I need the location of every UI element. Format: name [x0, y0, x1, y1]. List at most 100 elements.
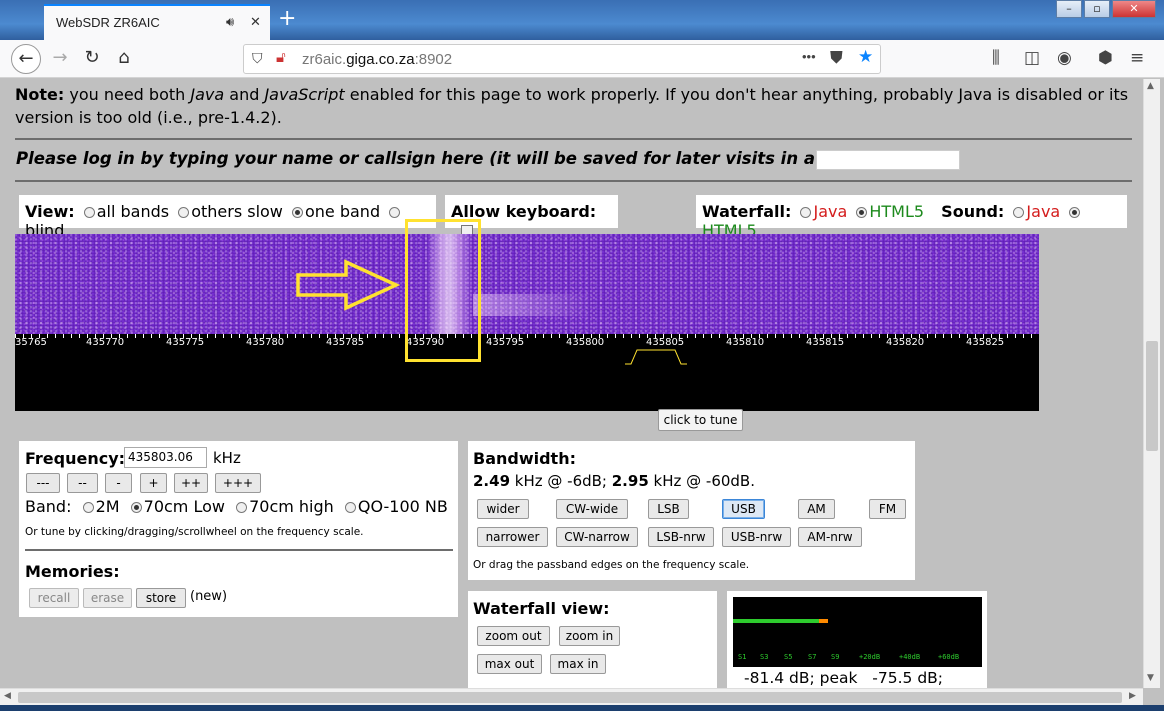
waterfall-radio-html5[interactable] [856, 207, 868, 218]
frequency-input[interactable]: 435803.06 [124, 447, 207, 468]
callsign-input[interactable] [816, 150, 960, 170]
forward-icon[interactable]: → [45, 44, 75, 74]
scale-tick-label: 435825 [966, 337, 1005, 348]
step-down-3-button[interactable]: --- [26, 473, 60, 493]
websdr-page: Note: you need both Java and JavaScript … [0, 79, 1143, 688]
waterfall-view-panel: Waterfall view: zoom out zoom in max out… [468, 591, 717, 688]
view-selector: View: all bands others slow one band bli… [19, 195, 436, 240]
wider-button[interactable]: wider [477, 499, 529, 519]
sidebar-icon[interactable]: ◫ [1024, 48, 1040, 68]
new-tab-icon[interactable]: + [278, 6, 296, 31]
render-mode-selector: Waterfall: Java HTML5 Sound: Java HTML5 [696, 195, 1127, 240]
waterfall-radio-java[interactable] [800, 207, 812, 218]
max-out-button[interactable]: max out [477, 654, 542, 674]
sound-radio-java[interactable] [1013, 207, 1025, 218]
smeter-scale-label: +60dB [938, 653, 960, 661]
band-radio-70cm-low[interactable] [130, 502, 142, 513]
memory-status: (new) [190, 589, 228, 604]
horizontal-scroll-thumb[interactable] [18, 692, 1122, 703]
step-up-3-button[interactable]: +++ [215, 473, 261, 493]
max-in-button[interactable]: max in [550, 654, 606, 674]
bandwidth-label: Bandwidth: [473, 449, 576, 468]
zoom-out-button[interactable]: zoom out [477, 626, 550, 646]
band-radio-qo100[interactable] [344, 502, 356, 513]
frequency-panel: Frequency: 435803.06 kHz --- -- - + ++ +… [19, 441, 458, 617]
scale-tick-label: 435815 [806, 337, 845, 348]
horizontal-scrollbar[interactable]: ◀ ▶ [0, 688, 1143, 705]
shield-icon[interactable]: ⛉ [252, 50, 263, 67]
smeter-scale-label: +40dB [899, 653, 921, 661]
back-icon[interactable]: ← [11, 44, 41, 74]
insecure-lock-icon[interactable]: 🔓︎ [276, 49, 286, 66]
scale-tick-label: 435805 [646, 337, 685, 348]
erase-button[interactable]: erase [83, 588, 132, 608]
view-radio-all-bands[interactable] [83, 207, 95, 218]
frequency-label: Frequency: [25, 449, 126, 468]
view-radio-one-band[interactable] [291, 207, 303, 218]
bookmark-star-icon[interactable]: ★ [858, 47, 873, 67]
close-tab-icon[interactable]: ✕ [250, 14, 261, 30]
smeter-readout: -81.4 dB; peak -75.5 dB; [744, 669, 944, 687]
url-bar[interactable]: ⛉ 🔓︎ zr6aic.giga.co.za:8902 ••• ⛊ ★ [243, 44, 881, 74]
step-down-2-button[interactable]: -- [67, 473, 98, 493]
usb-button[interactable]: USB [722, 499, 765, 519]
divider [25, 549, 453, 551]
store-button[interactable]: store [136, 588, 186, 608]
scroll-up-icon[interactable]: ▲ [1147, 81, 1154, 91]
vertical-scroll-thumb[interactable] [1146, 341, 1158, 451]
am-nrw-button[interactable]: AM-nrw [798, 527, 862, 547]
band-label: Band: [25, 497, 72, 516]
scale-tick-label: 35765 [15, 337, 47, 348]
narrower-button[interactable]: narrower [477, 527, 548, 547]
usb-nrw-button[interactable]: USB-nrw [722, 527, 791, 547]
scroll-down-icon[interactable]: ▼ [1147, 673, 1154, 683]
login-prompt: Please log in by typing your name or cal… [16, 149, 896, 168]
extensions-icon[interactable]: ⬢ [1098, 48, 1113, 68]
java-note: Note: you need both Java and JavaScript … [15, 85, 1129, 127]
scale-tick-label: 435810 [726, 337, 765, 348]
menu-icon[interactable]: ≡ [1130, 48, 1144, 68]
frequency-unit: kHz [213, 449, 241, 467]
browser-tab[interactable]: WebSDR ZR6AIC 🔊︎ ✕ [44, 4, 270, 40]
page-actions-icon[interactable]: ••• [802, 49, 816, 64]
fm-button[interactable]: FM [869, 499, 906, 519]
sound-radio-html5[interactable] [1069, 207, 1081, 218]
library-icon[interactable]: ⫼ [992, 48, 1000, 68]
window-close-icon[interactable]: ✕ [1112, 0, 1156, 18]
signal-level-bar [733, 619, 828, 623]
frequency-scale[interactable]: 35765 435770 435775 435780 435785 435790… [15, 334, 1039, 411]
tab-title: WebSDR ZR6AIC [56, 15, 160, 30]
scroll-right-icon[interactable]: ▶ [1129, 691, 1136, 701]
bandwidth-readout: 2.49 kHz @ -6dB; 2.95 kHz @ -60dB. [473, 472, 755, 490]
account-icon[interactable]: ◉ [1057, 48, 1072, 68]
lsb-button[interactable]: LSB [648, 499, 689, 519]
annotation-arrow-icon [296, 259, 400, 311]
divider [15, 138, 1132, 140]
lsb-nrw-button[interactable]: LSB-nrw [648, 527, 714, 547]
waterfall-display[interactable] [15, 234, 1039, 334]
home-icon[interactable]: ⌂ [109, 44, 139, 74]
band-radio-70cm-high[interactable] [236, 502, 248, 513]
passband-indicator[interactable] [625, 348, 689, 366]
view-radio-blind[interactable] [389, 207, 401, 218]
reload-icon[interactable]: ↻ [77, 44, 107, 74]
cw-narrow-button[interactable]: CW-narrow [556, 527, 638, 547]
divider [15, 180, 1132, 182]
pocket-icon[interactable]: ⛊ [830, 48, 843, 68]
minimize-icon[interactable]: – [1056, 0, 1082, 18]
speaker-icon[interactable]: 🔊︎ [226, 14, 234, 30]
view-radio-others-slow[interactable] [178, 207, 190, 218]
vertical-scrollbar[interactable]: ▲ ▼ [1143, 79, 1160, 688]
band-radio-2m[interactable] [82, 502, 94, 513]
step-down-1-button[interactable]: - [105, 473, 132, 493]
step-up-2-button[interactable]: ++ [174, 473, 208, 493]
maximize-icon[interactable]: ▫ [1084, 0, 1110, 18]
step-up-1-button[interactable]: + [140, 473, 167, 493]
recall-button[interactable]: recall [29, 588, 79, 608]
annotation-highlight-box [405, 219, 481, 362]
cw-wide-button[interactable]: CW-wide [556, 499, 628, 519]
am-button[interactable]: AM [798, 499, 835, 519]
zoom-in-button[interactable]: zoom in [559, 626, 620, 646]
bandwidth-panel: Bandwidth: 2.49 kHz @ -6dB; 2.95 kHz @ -… [468, 441, 915, 580]
scroll-left-icon[interactable]: ◀ [4, 691, 11, 701]
